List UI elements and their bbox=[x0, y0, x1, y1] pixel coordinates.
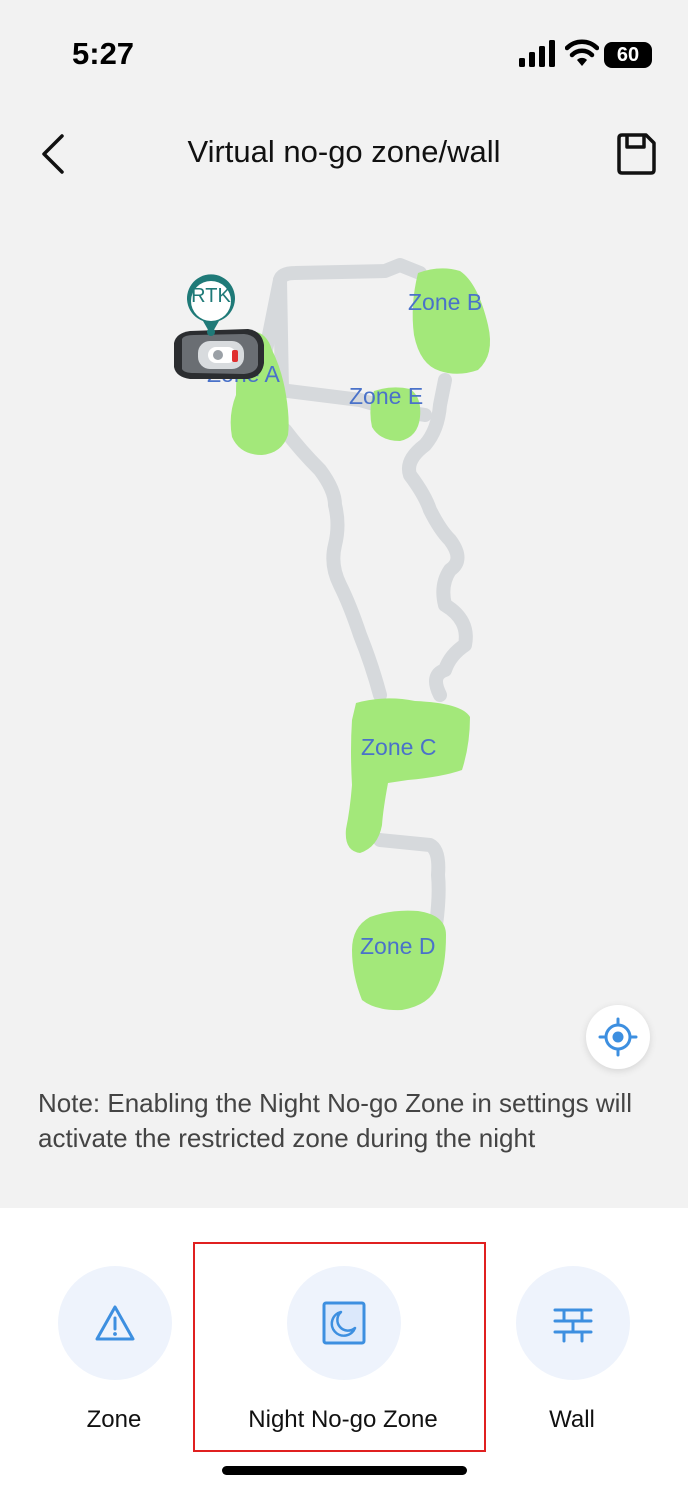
status-bar: 5:27 60 bbox=[0, 0, 688, 100]
zone-tool-button[interactable]: Zone bbox=[14, 1266, 214, 1446]
wall-tool-circle[interactable] bbox=[516, 1266, 630, 1380]
wall-tool-button[interactable]: Wall bbox=[472, 1266, 672, 1446]
wifi-icon bbox=[565, 39, 599, 66]
crosshair-icon bbox=[598, 1017, 638, 1057]
locate-button[interactable] bbox=[586, 1005, 650, 1069]
note-text: Note: Enabling the Night No-go Zone in s… bbox=[38, 1088, 632, 1153]
zone-label-b[interactable]: Zone B bbox=[408, 289, 482, 316]
status-time: 5:27 bbox=[72, 36, 135, 71]
rtk-label: RTK bbox=[191, 285, 231, 307]
zone-label-e[interactable]: Zone E bbox=[349, 383, 423, 410]
map-view[interactable]: Zone B Zone A Zone E Zone C Zone D RTK bbox=[0, 205, 688, 1085]
warning-triangle-icon bbox=[95, 1305, 135, 1341]
battery-icon: 60 bbox=[604, 42, 652, 68]
battery-level: 60 bbox=[616, 44, 640, 66]
wall-icon bbox=[553, 1308, 593, 1343]
map-canvas bbox=[230, 258, 491, 1011]
home-indicator bbox=[222, 1466, 467, 1475]
zone-b-shape bbox=[412, 268, 491, 374]
signal-icon bbox=[519, 40, 555, 67]
tool-panel: Zone Night No-go Zone Wall bbox=[0, 1208, 688, 1490]
zone-d-shape bbox=[352, 910, 446, 1011]
zone-label-d[interactable]: Zone D bbox=[360, 933, 435, 960]
nav-bar: Virtual no-go zone/wall bbox=[0, 110, 688, 198]
zone-c-shape bbox=[345, 698, 470, 853]
highlight-box bbox=[193, 1242, 486, 1452]
save-icon[interactable] bbox=[612, 128, 660, 180]
zone-label-c[interactable]: Zone C bbox=[361, 734, 436, 761]
zone-tool-circle[interactable] bbox=[58, 1266, 172, 1380]
page-title: Virtual no-go zone/wall bbox=[187, 134, 501, 169]
